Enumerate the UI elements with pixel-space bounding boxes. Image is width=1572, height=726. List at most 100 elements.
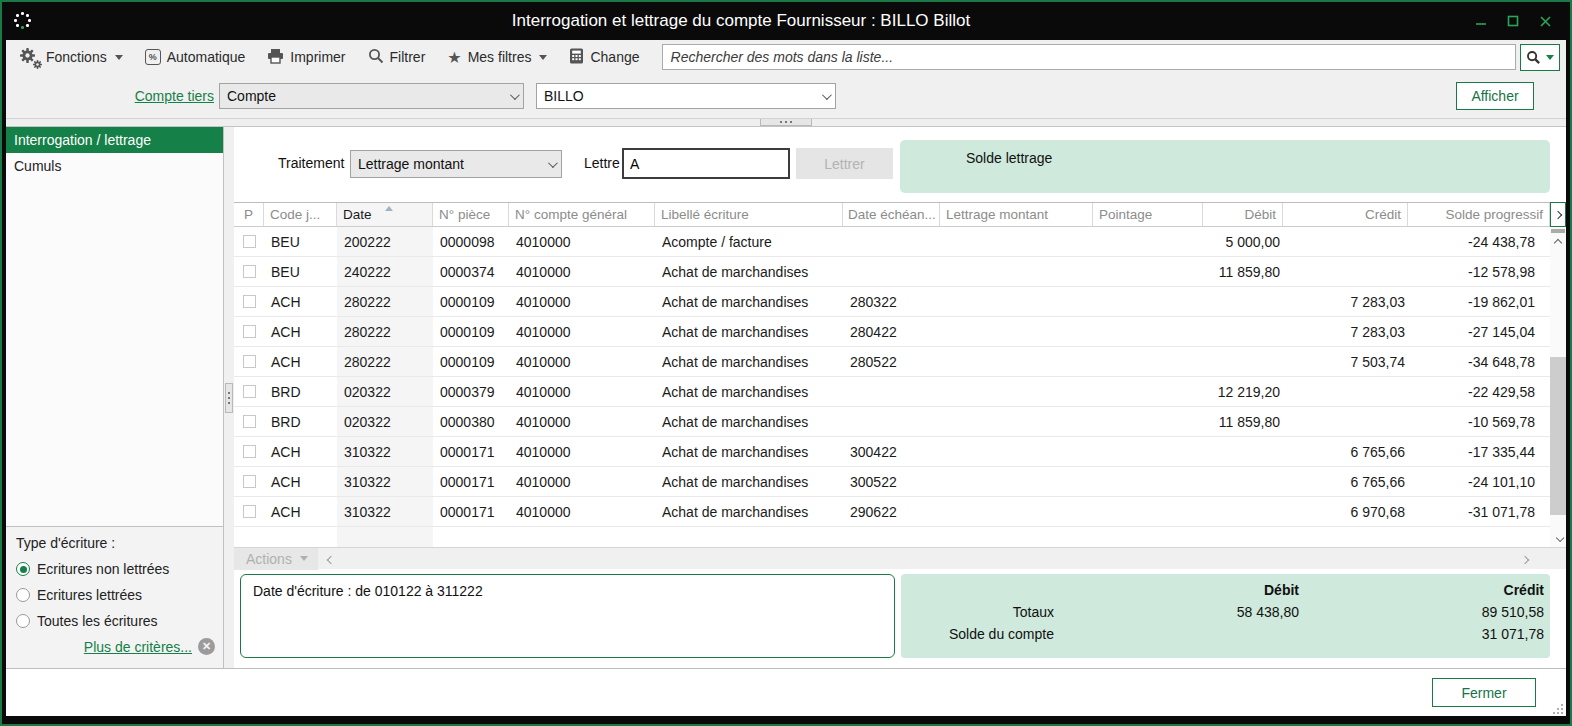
toolbar: Fonctions % Automatique Imprimer Filtrer… bbox=[6, 40, 1566, 74]
dropdown-arrow-icon bbox=[539, 55, 547, 60]
table-row[interactable]: ACH28022200001094010000Achat de marchand… bbox=[234, 347, 1550, 377]
row-checkbox[interactable] bbox=[243, 385, 256, 398]
column-header[interactable]: N° pièce bbox=[433, 203, 509, 226]
row-checkbox[interactable] bbox=[243, 415, 256, 428]
column-header[interactable]: Libellé écriture bbox=[655, 203, 843, 226]
table-row[interactable]: BRD02032200003794010000Achat de marchand… bbox=[234, 377, 1550, 407]
search-button[interactable] bbox=[1520, 44, 1560, 71]
column-header[interactable]: Pointage bbox=[1093, 203, 1203, 226]
close-button[interactable] bbox=[1534, 10, 1556, 32]
totals-label: Totaux bbox=[917, 604, 1054, 626]
column-header[interactable]: Date bbox=[337, 203, 433, 226]
cell-credit: 6 970,68 bbox=[1283, 497, 1408, 526]
column-header[interactable]: Lettrage montant bbox=[940, 203, 1093, 226]
radio-button[interactable] bbox=[16, 562, 30, 576]
scrollbar-thumb[interactable] bbox=[1550, 357, 1566, 515]
minimize-button[interactable] bbox=[1470, 10, 1492, 32]
lettrer-button[interactable]: Lettrer bbox=[796, 148, 893, 179]
maximize-button[interactable] bbox=[1502, 10, 1524, 32]
cell-debit bbox=[1203, 467, 1283, 496]
account-type-select[interactable]: Compte bbox=[219, 83, 524, 109]
account-select[interactable]: BILLO bbox=[536, 83, 836, 109]
row-checkbox[interactable] bbox=[243, 355, 256, 368]
table-row[interactable]: ACH31032200001714010000Achat de marchand… bbox=[234, 467, 1550, 497]
row-checkbox[interactable] bbox=[243, 505, 256, 518]
scroll-up-icon[interactable] bbox=[1550, 235, 1566, 250]
radio-label: Toutes les écritures bbox=[37, 613, 158, 629]
actions-button[interactable]: Actions bbox=[234, 548, 318, 570]
column-header[interactable]: Crédit bbox=[1283, 203, 1408, 226]
cell-debit: 11 859,80 bbox=[1203, 257, 1283, 286]
automatique-button[interactable]: % Automatique bbox=[145, 49, 246, 65]
splitter-handle[interactable] bbox=[225, 383, 233, 413]
scrollbar-split-handle[interactable] bbox=[1551, 229, 1565, 233]
row-checkbox[interactable] bbox=[243, 265, 256, 278]
imprimer-button[interactable]: Imprimer bbox=[267, 48, 345, 67]
cell-lettrage bbox=[940, 347, 1093, 376]
search-input[interactable] bbox=[671, 49, 1508, 65]
table-row[interactable]: BRD02032200003804010000Achat de marchand… bbox=[234, 407, 1550, 437]
sidebar-item[interactable]: Interrogation / lettrage bbox=[6, 127, 223, 153]
table-row[interactable]: ACH28022200001094010000Achat de marchand… bbox=[234, 287, 1550, 317]
cell-solde: -24 101,10 bbox=[1408, 467, 1550, 496]
mes-filtres-button[interactable]: ★ Mes filtres bbox=[447, 48, 547, 67]
radio-button[interactable] bbox=[16, 588, 30, 602]
column-header[interactable]: P bbox=[234, 203, 264, 226]
row-checkbox[interactable] bbox=[243, 325, 256, 338]
solde-compte-credit: 31 071,78 bbox=[1299, 626, 1544, 648]
ecriture-type-option[interactable]: Toutes les écritures bbox=[16, 613, 215, 629]
cell-code: BRD bbox=[264, 377, 337, 406]
column-header[interactable]: Code j... bbox=[264, 203, 337, 226]
totals-panel: Débit Crédit Totaux 58 438,80 89 510,58 … bbox=[901, 574, 1550, 658]
filtrer-button[interactable]: Filtrer bbox=[368, 48, 426, 67]
ecriture-type-option[interactable]: Ecritures non lettrées bbox=[16, 561, 215, 577]
traitement-select[interactable]: Lettrage montant bbox=[350, 150, 562, 178]
table-row[interactable]: ACH31032200001714010000Achat de marchand… bbox=[234, 497, 1550, 527]
vertical-scrollbar[interactable] bbox=[1550, 202, 1566, 547]
column-header[interactable]: Débit bbox=[1203, 203, 1283, 226]
row-checkbox[interactable] bbox=[243, 295, 256, 308]
scroll-right-icon[interactable] bbox=[1522, 552, 1528, 566]
table-row[interactable]: BEU20022200000984010000Acompte / facture… bbox=[234, 227, 1550, 257]
plus-criteres-link[interactable]: Plus de critères... bbox=[84, 639, 192, 655]
horizontal-splitter[interactable] bbox=[6, 118, 1566, 127]
fermer-button[interactable]: Fermer bbox=[1432, 678, 1536, 707]
radio-button[interactable] bbox=[16, 614, 30, 628]
cell-credit: 6 765,66 bbox=[1283, 467, 1408, 496]
lettre-input[interactable]: A bbox=[622, 148, 790, 179]
cell-solde: -31 071,78 bbox=[1408, 497, 1550, 526]
column-scroll-right-button[interactable] bbox=[1550, 202, 1566, 227]
fonctions-button[interactable]: Fonctions bbox=[20, 48, 123, 67]
scroll-down-icon[interactable] bbox=[1550, 532, 1566, 547]
cell-echeance: 290622 bbox=[843, 497, 940, 526]
change-button[interactable]: Change bbox=[569, 48, 639, 67]
column-header[interactable]: Date échéan... bbox=[843, 203, 940, 226]
row-checkbox[interactable] bbox=[243, 235, 256, 248]
sort-ascending-icon bbox=[385, 206, 393, 211]
sidebar-item[interactable]: Cumuls bbox=[6, 153, 223, 179]
cell-echeance: 280522 bbox=[843, 347, 940, 376]
compte-tiers-link[interactable]: Compte tiers bbox=[135, 88, 214, 104]
column-header[interactable]: Solde progressif bbox=[1408, 203, 1550, 226]
vertical-splitter[interactable] bbox=[224, 127, 234, 668]
row-checkbox[interactable] bbox=[243, 475, 256, 488]
window-title: Interrogation et lettrage du compte Four… bbox=[2, 11, 1480, 31]
scrollbar-track[interactable] bbox=[1550, 250, 1566, 532]
cell-debit: 11 859,80 bbox=[1203, 407, 1283, 436]
afficher-button[interactable]: Afficher bbox=[1456, 82, 1534, 110]
column-header[interactable]: N° compte général bbox=[509, 203, 655, 226]
ecriture-type-option[interactable]: Ecritures lettrées bbox=[16, 587, 215, 603]
splitter-handle[interactable] bbox=[760, 119, 812, 126]
table-row[interactable]: BEU24022200003744010000Achat de marchand… bbox=[234, 257, 1550, 287]
resize-grip-icon[interactable] bbox=[1553, 704, 1563, 714]
cell-libelle: Achat de marchandises bbox=[655, 377, 843, 406]
clear-criteria-icon[interactable]: ✕ bbox=[198, 638, 215, 655]
table-row[interactable]: ACH28022200001094010000Achat de marchand… bbox=[234, 317, 1550, 347]
cell-piece: 0000098 bbox=[433, 227, 509, 256]
scroll-left-icon[interactable] bbox=[328, 552, 334, 566]
cell-credit: 7 283,03 bbox=[1283, 287, 1408, 316]
cell-echeance bbox=[843, 407, 940, 436]
row-checkbox[interactable] bbox=[243, 445, 256, 458]
table-row[interactable]: ACH31032200001714010000Achat de marchand… bbox=[234, 437, 1550, 467]
search-field[interactable] bbox=[662, 44, 1517, 70]
